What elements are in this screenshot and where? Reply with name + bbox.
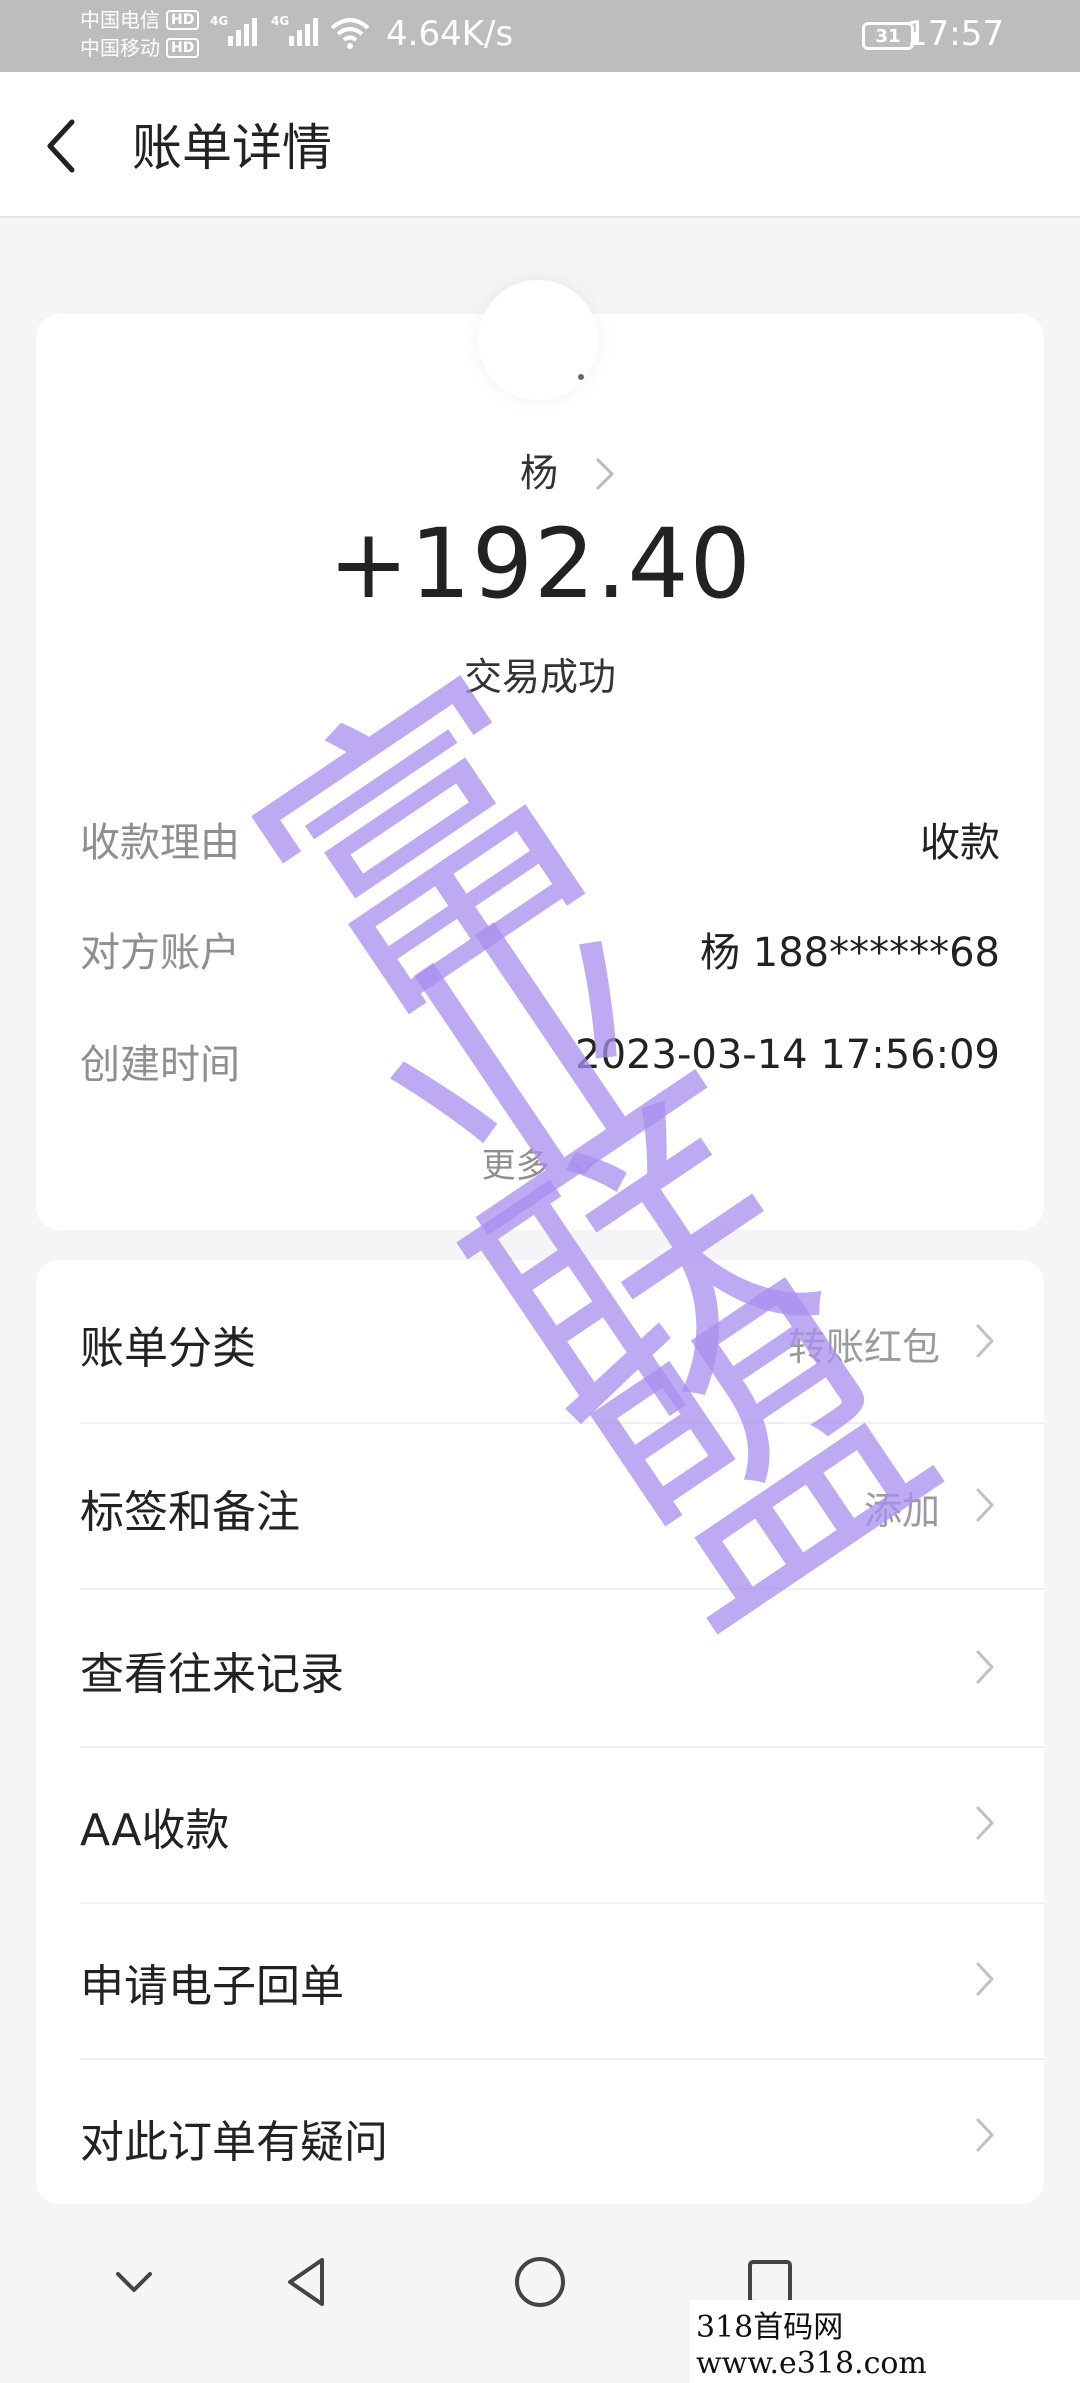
chevron-down-icon — [570, 1160, 596, 1174]
list-item-label: AA收款 — [80, 1805, 230, 1856]
carrier-info: 中国电信 HD 中国移动 HD — [80, 6, 200, 62]
carrier-2: 中国移动 — [80, 36, 160, 60]
hd-badge-1: HD — [166, 10, 200, 30]
chevron-right-icon — [976, 1488, 994, 1522]
status-bar: 中国电信 HD 中国移动 HD 4G 4G 4.64K/s 31 17:57 — [0, 0, 1080, 72]
list-item-order-question[interactable]: 对此订单有疑问 — [36, 2058, 1044, 2212]
network-speed: 4.64K/s — [386, 14, 514, 54]
payer-name: 杨 — [519, 451, 558, 495]
field-created-time: 创建时间 2023-03-14 17:56:09 — [80, 1032, 1000, 1092]
list-item-label: 账单分类 — [80, 1323, 256, 1374]
list-item-bill-category[interactable]: 账单分类 转账红包 — [36, 1264, 1044, 1418]
page-title: 账单详情 — [132, 119, 332, 177]
divider — [80, 1422, 1044, 1424]
list-item-tags-notes[interactable]: 标签和备注 添加 — [36, 1428, 1044, 1582]
clock: 17:57 — [906, 14, 1004, 54]
field-reason: 收款理由 收款 — [80, 810, 1000, 870]
chevron-right-icon — [596, 458, 614, 490]
circle-home-icon — [515, 2257, 565, 2307]
carrier-1: 中国电信 — [80, 8, 160, 32]
back-button[interactable] — [42, 116, 82, 176]
avatar-detail — [578, 374, 584, 380]
nav-home-button[interactable] — [510, 2252, 570, 2312]
list-item-label: 申请电子回单 — [80, 1961, 344, 2012]
top-app-bar: 账单详情 — [0, 72, 1080, 218]
list-item-label: 标签和备注 — [80, 1487, 300, 1538]
list-item-history[interactable]: 查看往来记录 — [36, 1590, 1044, 1744]
list-item-label: 对此订单有疑问 — [80, 2117, 388, 2168]
wifi-icon — [330, 18, 370, 49]
transaction-amount: +192.40 — [328, 508, 752, 620]
field-key: 创建时间 — [80, 1042, 240, 1088]
signal-icons: 4G 4G — [210, 14, 318, 46]
signal-icon: 4G — [210, 14, 257, 46]
list-item-e-receipt[interactable]: 申请电子回单 — [36, 1902, 1044, 2056]
hd-badge-2: HD — [166, 38, 200, 58]
field-key: 对方账户 — [80, 930, 240, 976]
list-item-aa-collect[interactable]: AA收款 — [36, 1746, 1044, 1900]
more-toggle[interactable]: 更多 — [0, 1138, 1080, 1187]
field-value: 杨 188******68 — [700, 930, 1000, 976]
nav-back-button[interactable] — [278, 2252, 338, 2312]
chevron-right-icon — [976, 1324, 994, 1358]
payer-row[interactable]: 杨 — [0, 442, 1080, 497]
list-item-value: 转账红包 — [787, 1325, 940, 1369]
signal-icon: 4G — [271, 14, 318, 46]
list-item-label: 查看往来记录 — [80, 1649, 344, 1700]
nav-hide-button[interactable] — [104, 2252, 164, 2312]
avatar[interactable] — [478, 280, 598, 400]
chevron-right-icon — [976, 1962, 994, 1996]
footer-watermark: 318首码网 www.e318.com — [690, 2300, 1080, 2383]
triangle-back-icon — [288, 2258, 324, 2306]
field-account: 对方账户 杨 188******68 — [80, 920, 1000, 980]
chevron-down-icon — [116, 2272, 152, 2292]
transaction-status: 交易成功 — [463, 655, 616, 699]
chevron-right-icon — [976, 2118, 994, 2152]
field-value: 收款 — [920, 820, 1000, 866]
chevron-left-icon — [47, 119, 75, 173]
field-value: 2023-03-14 17:56:09 — [575, 1032, 1000, 1078]
list-item-value: 添加 — [863, 1489, 940, 1533]
more-label: 更多 — [481, 1146, 550, 1186]
field-key: 收款理由 — [80, 820, 240, 866]
chevron-right-icon — [976, 1806, 994, 1840]
chevron-right-icon — [976, 1650, 994, 1684]
